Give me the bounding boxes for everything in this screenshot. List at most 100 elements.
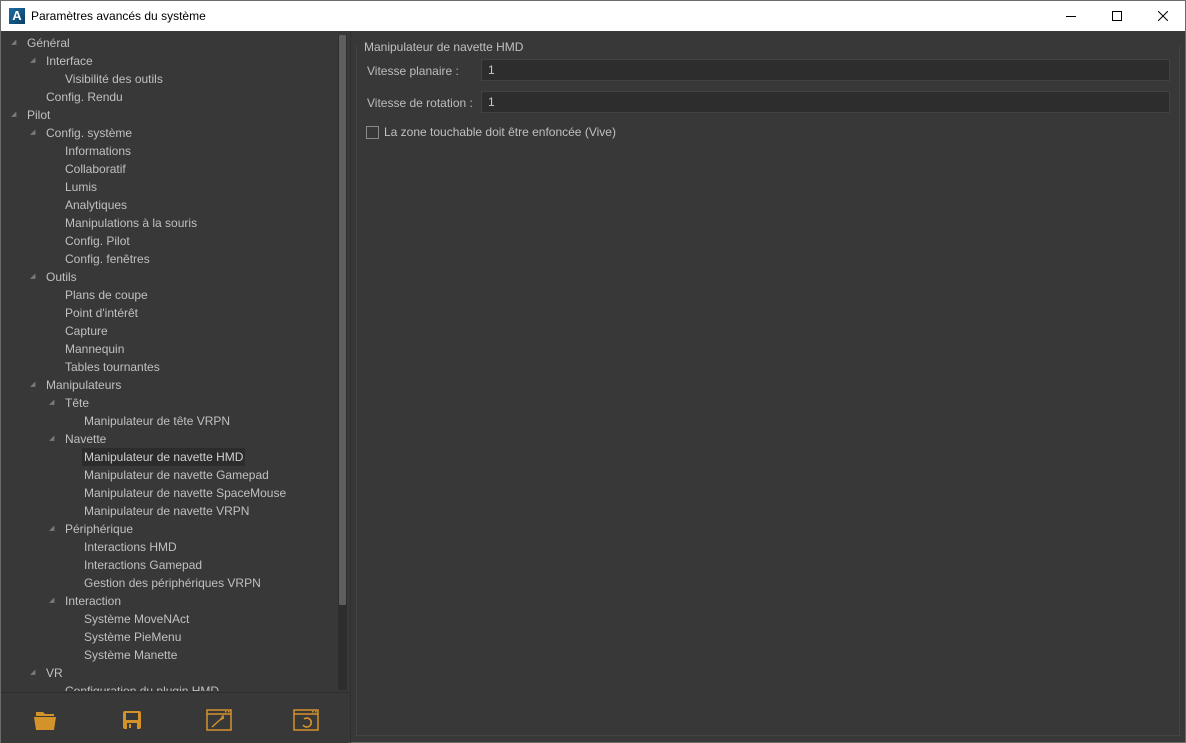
tree-item-label: Interactions Gamepad <box>84 558 203 572</box>
tree-item[interactable]: Manipulateur de navette VRPN <box>1 502 337 520</box>
close-icon <box>1158 11 1168 21</box>
maximize-icon <box>1112 11 1122 21</box>
maximize-button[interactable] <box>1094 1 1140 31</box>
tree-item-label: Collaboratif <box>65 162 126 176</box>
tree-item[interactable]: Configuration du plugin HMD <box>1 682 337 691</box>
tree-scrollbar-thumb[interactable] <box>339 35 346 605</box>
tree-item[interactable]: ◢ VR <box>1 664 337 682</box>
tree-item-label: Interaction <box>65 594 122 608</box>
tree-item-label: Config. Pilot <box>65 234 130 248</box>
tree-item[interactable]: ◢ Périphérique <box>1 520 337 538</box>
tree-item[interactable]: Config. Pilot <box>1 232 337 250</box>
settings-window: A Paramètres avancés du système ◢ Général… <box>0 0 1186 743</box>
tree-item-label: Config. fenêtres <box>65 252 150 266</box>
tree-item[interactable]: Plans de coupe <box>1 286 337 304</box>
touch-zone-checkbox-label: La zone touchable doit être enfoncée (Vi… <box>384 125 616 139</box>
magic-wand-window-icon <box>206 709 232 731</box>
tree-item[interactable]: Interactions Gamepad <box>1 556 337 574</box>
settings-tree-pane: ◢ Général ◢ Interface Visibilité des outils C… <box>1 31 349 691</box>
tree-item[interactable]: Système Manette <box>1 646 337 664</box>
tree-item-label: Mannequin <box>65 342 125 356</box>
tree-item[interactable]: Analytiques <box>1 196 337 214</box>
rotation-speed-input[interactable] <box>481 91 1170 113</box>
app-logo-icon: A <box>9 8 25 24</box>
tree-item[interactable]: ◢ Pilot <box>1 106 337 124</box>
tree-item[interactable]: Visibilité des outils <box>1 70 337 88</box>
expand-arrow-icon[interactable]: ◢ <box>11 106 21 124</box>
tree-item-label: Pilot <box>27 108 51 122</box>
tree-item-label: Lumis <box>65 180 98 194</box>
minimize-button[interactable] <box>1048 1 1094 31</box>
expand-arrow-icon[interactable]: ◢ <box>30 52 40 70</box>
expand-arrow-icon[interactable]: ◢ <box>11 34 21 52</box>
rotation-speed-label: Vitesse de rotation : <box>367 96 473 110</box>
settings-tree: ◢ Général ◢ Interface Visibilité des outils C… <box>1 34 337 691</box>
expand-arrow-icon[interactable]: ◢ <box>30 268 40 286</box>
tree-item[interactable]: ◢ Interaction <box>1 592 337 610</box>
reset-defaults-button[interactable] <box>204 705 234 735</box>
tree-item-label: Gestion des périphériques VRPN <box>84 576 261 590</box>
tree-item[interactable]: Tables tournantes <box>1 358 337 376</box>
tree-item[interactable]: Informations <box>1 142 337 160</box>
tree-item-label: Visibilité des outils <box>65 72 163 86</box>
tree-item[interactable]: Lumis <box>1 178 337 196</box>
refresh-window-icon <box>293 709 319 731</box>
tree-item[interactable]: Capture <box>1 322 337 340</box>
tree-item[interactable]: Manipulateur de navette Gamepad <box>1 466 337 484</box>
tree-item-label: Manipulateur de tête VRPN <box>84 414 231 428</box>
touch-zone-checkbox[interactable] <box>366 125 379 139</box>
tree-item[interactable]: Manipulateur de navette SpaceMouse <box>1 484 337 502</box>
tree-item[interactable]: Config. Rendu <box>1 88 337 106</box>
tree-item-label: Système MoveNAct <box>84 612 190 626</box>
tree-item[interactable]: Système PieMenu <box>1 628 337 646</box>
tree-item[interactable]: Système MoveNAct <box>1 610 337 628</box>
pane-splitter[interactable] <box>350 31 351 743</box>
tree-item[interactable]: Manipulateur de navette HMD <box>1 448 337 466</box>
tree-item[interactable]: ◢ Manipulateurs <box>1 376 337 394</box>
expand-arrow-icon[interactable]: ◢ <box>30 376 40 394</box>
tree-item-label: Système PieMenu <box>84 630 182 644</box>
tree-item-label: Général <box>27 36 70 50</box>
tree-item-label: Périphérique <box>65 522 134 536</box>
tree-item-label: Informations <box>65 144 132 158</box>
tree-item[interactable]: Mannequin <box>1 340 337 358</box>
tree-item[interactable]: Collaboratif <box>1 160 337 178</box>
tree-item[interactable]: Manipulateur de tête VRPN <box>1 412 337 430</box>
expand-arrow-icon[interactable]: ◢ <box>30 664 40 682</box>
tree-item-label: Manipulateurs <box>46 378 122 392</box>
tree-item-label: VR <box>46 666 63 680</box>
save-button[interactable] <box>117 705 147 735</box>
open-folder-button[interactable] <box>30 705 60 735</box>
tree-item-label: Manipulateur de navette VRPN <box>84 504 250 518</box>
expand-arrow-icon[interactable]: ◢ <box>49 394 59 412</box>
tree-item-label: Navette <box>65 432 107 446</box>
folder-icon <box>34 712 56 730</box>
planar-speed-label: Vitesse planaire : <box>367 64 459 78</box>
tree-item[interactable]: ◢ Général <box>1 34 337 52</box>
tree-item[interactable]: Gestion des périphériques VRPN <box>1 574 337 592</box>
tree-item[interactable]: ◢ Config. système <box>1 124 337 142</box>
expand-arrow-icon[interactable]: ◢ <box>49 592 59 610</box>
touch-zone-checkbox-row[interactable]: La zone touchable doit être enfoncée (Vi… <box>366 124 616 140</box>
tree-item[interactable]: Manipulations à la souris <box>1 214 337 232</box>
floppy-disk-icon <box>123 711 141 729</box>
tree-item[interactable]: ◢ Tête <box>1 394 337 412</box>
tree-item-label: Plans de coupe <box>65 288 148 302</box>
tree-item-label: Tables tournantes <box>65 360 160 374</box>
tree-item[interactable]: ◢ Interface <box>1 52 337 70</box>
expand-arrow-icon[interactable]: ◢ <box>30 124 40 142</box>
reload-button[interactable] <box>291 705 321 735</box>
close-button[interactable] <box>1140 1 1186 31</box>
expand-arrow-icon[interactable]: ◢ <box>49 520 59 538</box>
tree-item[interactable]: Point d'intérêt <box>1 304 337 322</box>
tree-item-label: Point d'intérêt <box>65 306 139 320</box>
tree-item[interactable]: ◢ Outils <box>1 268 337 286</box>
tree-item[interactable]: ◢ Navette <box>1 430 337 448</box>
tree-item-label: Manipulateur de navette Gamepad <box>84 468 269 482</box>
tree-item-label: Manipulateur de navette HMD <box>82 448 246 466</box>
group-title: Manipulateur de navette HMD <box>364 40 524 54</box>
tree-item[interactable]: Config. fenêtres <box>1 250 337 268</box>
planar-speed-input[interactable] <box>481 59 1170 81</box>
tree-item[interactable]: Interactions HMD <box>1 538 337 556</box>
expand-arrow-icon[interactable]: ◢ <box>49 430 59 448</box>
